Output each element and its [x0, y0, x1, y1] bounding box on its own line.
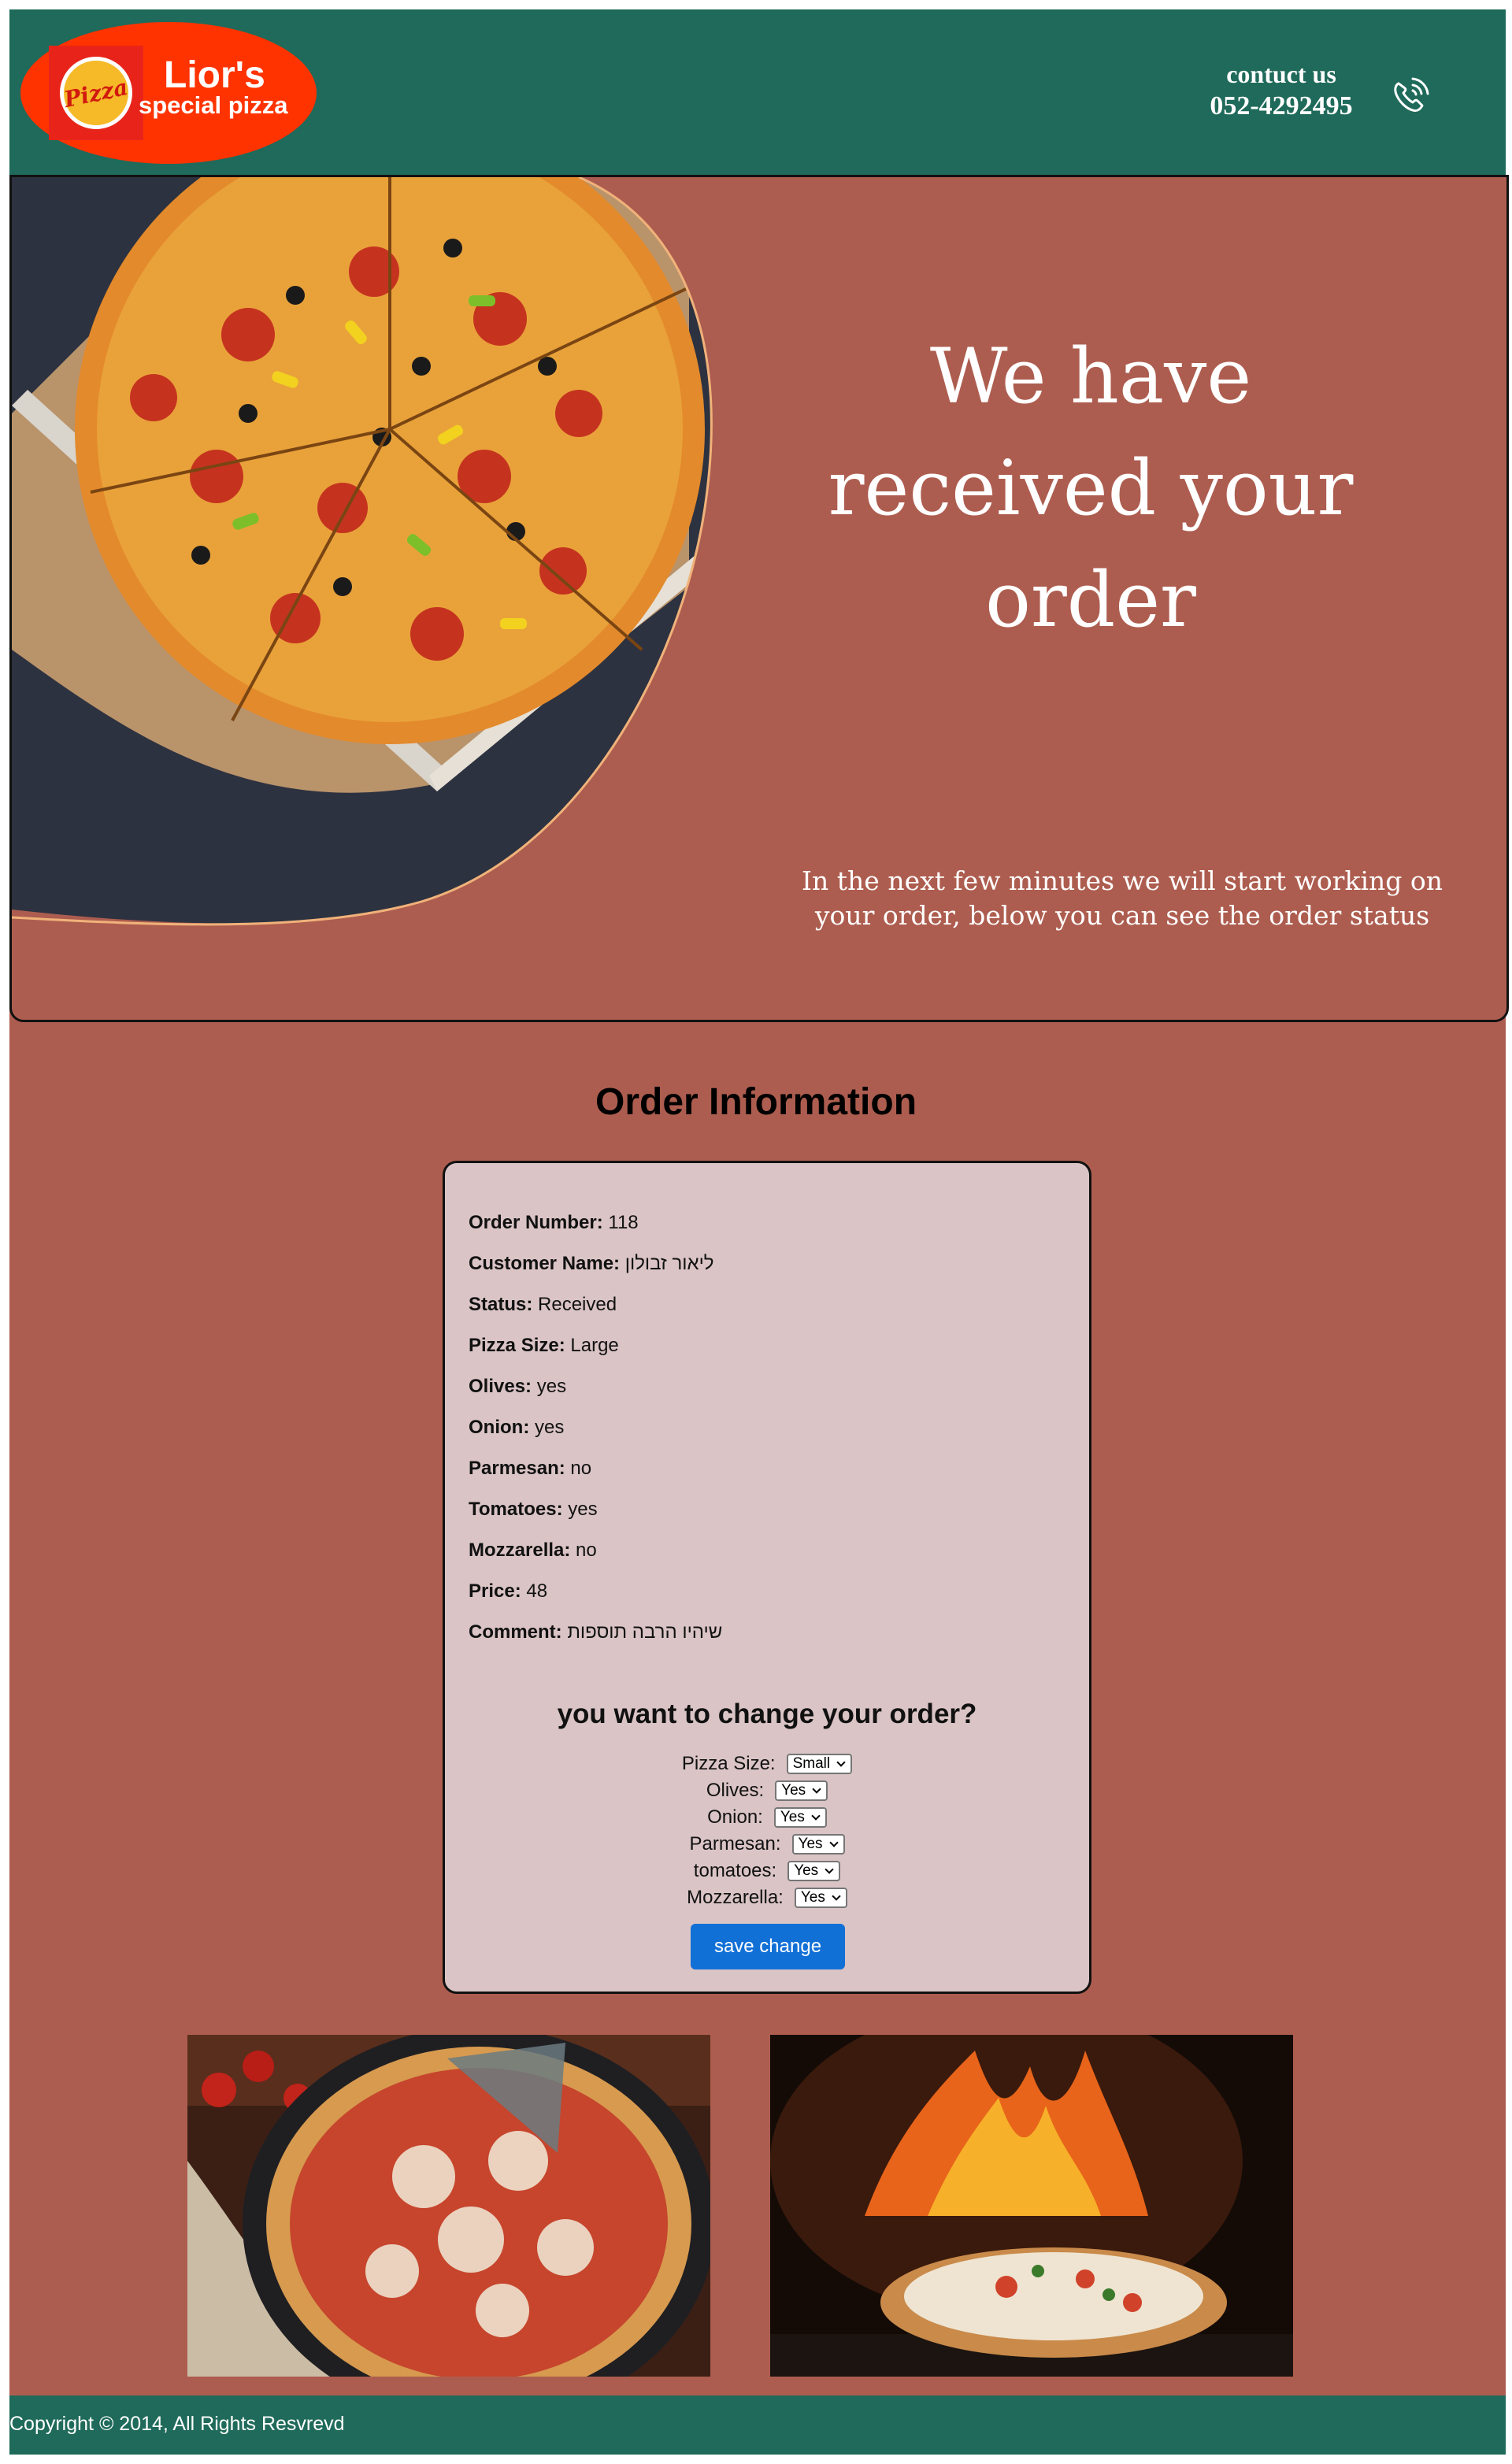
customer-name-row: Customer Name: ליאור זבולון	[469, 1253, 714, 1274]
save-change-button[interactable]: save change	[691, 1924, 845, 1969]
contact-info: contuct us 052-4292495	[1199, 58, 1364, 123]
olives-select[interactable]: Yes	[775, 1780, 828, 1801]
order-card: Order Number: 118 Customer Name: ליאור ז…	[443, 1161, 1091, 1994]
hero-pizza-image	[12, 177, 713, 926]
order-info-heading: Order Information	[595, 1081, 917, 1123]
mozzarella-row: Mozzarella: no	[469, 1540, 597, 1561]
order-number-row: Order Number: 118	[469, 1212, 639, 1233]
tomatoes-label: tomatoes:	[693, 1860, 777, 1881]
phone-icon[interactable]	[1389, 76, 1430, 117]
contact-phone[interactable]: 052-4292495	[1199, 90, 1364, 123]
tomatoes-select[interactable]: Yes	[788, 1861, 841, 1881]
site-header: Pizza Lior's special pizza contuct us 05…	[9, 9, 1506, 175]
mozzarella-label: Mozzarella:	[687, 1887, 784, 1908]
logo-title: Lior's	[164, 54, 265, 96]
chevron-down-icon	[825, 1864, 834, 1874]
logo[interactable]: Pizza Lior's special pizza	[20, 22, 317, 164]
chevron-down-icon	[811, 1810, 821, 1821]
onion-field: Onion: Yes	[445, 1804, 1089, 1831]
price-row: Price: 48	[469, 1580, 548, 1602]
mozzarella-select[interactable]: Yes	[794, 1888, 847, 1908]
chevron-down-icon	[812, 1784, 821, 1794]
tomatoes-field: tomatoes: Yes	[445, 1858, 1089, 1884]
tomatoes-row: Tomatoes: yes	[469, 1499, 598, 1520]
pizza-size-row: Pizza Size: Large	[469, 1335, 619, 1356]
parmesan-row: Parmesan: no	[469, 1458, 592, 1479]
hero-section: We have received your order In the next …	[9, 175, 1509, 1022]
pizza-photo-2	[770, 2035, 1293, 2377]
onion-select[interactable]: Yes	[773, 1807, 827, 1828]
status-row: Status: Received	[469, 1294, 617, 1315]
mozzarella-field: Mozzarella: Yes	[445, 1884, 1089, 1911]
pizza-photo-1	[187, 2035, 710, 2377]
hero-subtitle: In the next few minutes we will start wo…	[802, 865, 1443, 931]
onion-row: Onion: yes	[469, 1417, 565, 1438]
pizza-size-field: Pizza Size: Small	[445, 1751, 1089, 1777]
copyright-text: Copyright © 2014, All Rights Resvrevd	[9, 2413, 345, 2435]
page: Pizza Lior's special pizza contuct us 05…	[9, 9, 1509, 2455]
parmesan-field: Parmesan: Yes	[445, 1831, 1089, 1858]
site-footer: Copyright © 2014, All Rights Resvrevd	[9, 2395, 1506, 2455]
onion-label: Onion:	[707, 1806, 763, 1828]
chevron-down-icon	[828, 1837, 839, 1847]
pizza-size-label: Pizza Size:	[681, 1753, 776, 1774]
hero-title: We have received your order	[828, 332, 1354, 644]
comment-row: Comment: שיהיו הרבה תוספות	[469, 1621, 723, 1643]
olives-field: Olives: Yes	[445, 1777, 1089, 1804]
chevron-down-icon	[836, 1757, 846, 1767]
logo-subtitle: special pizza	[139, 91, 288, 119]
order-details: Order Number: 118 Customer Name: ליאור ז…	[469, 1202, 722, 1653]
olives-row: Olives: yes	[469, 1376, 567, 1397]
parmesan-select[interactable]: Yes	[791, 1834, 845, 1854]
contact-label: contuct us	[1226, 60, 1336, 88]
chevron-down-icon	[832, 1891, 841, 1901]
change-order-form: Pizza Size: Small Olives: Yes Onion: Yes…	[445, 1751, 1089, 1911]
change-order-heading: you want to change your order?	[557, 1699, 977, 1729]
pizza-size-select[interactable]: Small	[786, 1754, 853, 1774]
olives-label: Olives:	[706, 1780, 765, 1801]
pizza-logo-icon: Pizza	[49, 46, 143, 140]
logo-badge-text: Pizza	[61, 73, 131, 113]
parmesan-label: Parmesan:	[689, 1833, 781, 1854]
